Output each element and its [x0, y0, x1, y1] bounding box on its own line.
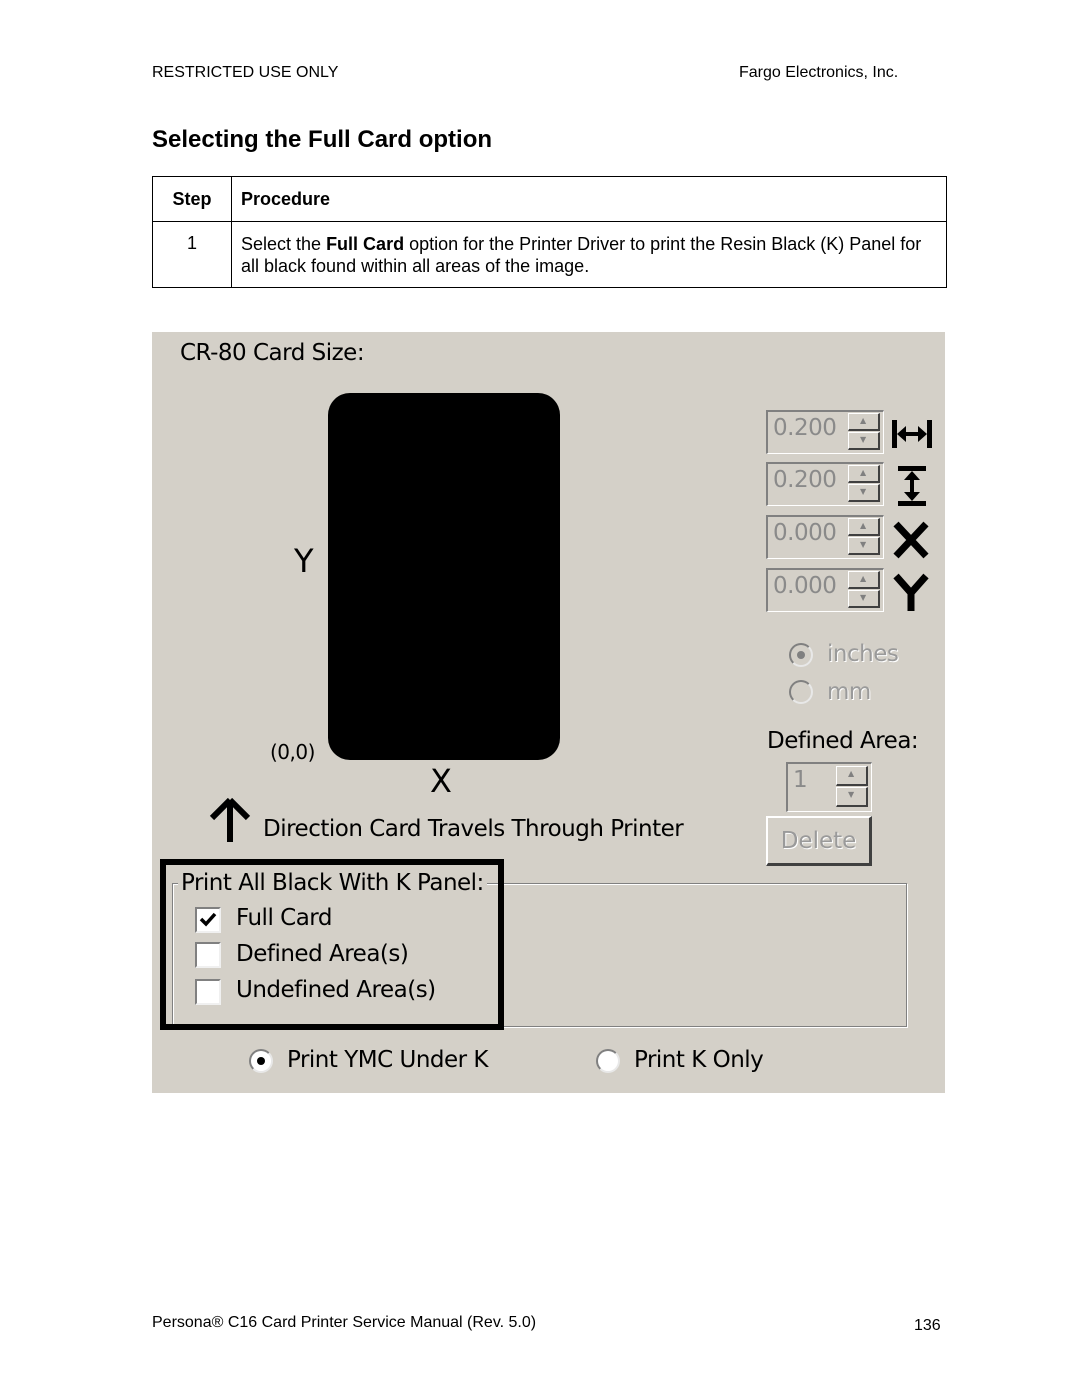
- table-header-row: Step Procedure: [152, 176, 947, 222]
- defined-area-spinner[interactable]: 1 ▲ ▼: [786, 762, 872, 812]
- column-header-procedure: Procedure: [231, 176, 947, 222]
- caret-up-icon: ▲: [848, 769, 855, 778]
- print-k-only-label: Print K Only: [634, 1047, 764, 1073]
- undefined-areas-label: Undefined Area(s): [236, 977, 436, 1003]
- x-up-button[interactable]: ▲: [848, 518, 880, 536]
- x-letter-icon: [892, 520, 932, 560]
- caret-down-icon: ▼: [860, 487, 867, 496]
- direction-label: Direction Card Travels Through Printer: [263, 816, 684, 842]
- inches-label: inches: [827, 641, 899, 667]
- header-restricted-label: RESTRICTED USE ONLY: [152, 64, 339, 81]
- undefined-areas-checkbox[interactable]: [195, 979, 221, 1005]
- x-position-spinner[interactable]: 0.000 ▲ ▼: [766, 515, 886, 561]
- x-down-button[interactable]: ▼: [848, 537, 880, 555]
- print-ymc-under-k-radio[interactable]: [249, 1049, 273, 1073]
- radio-selected-dot: [257, 1057, 265, 1065]
- caret-up-icon: ▲: [860, 574, 867, 583]
- defined-area-up-button[interactable]: ▲: [836, 766, 868, 786]
- y-position-spinner[interactable]: 0.000 ▲ ▼: [766, 568, 886, 614]
- caret-up-icon: ▲: [860, 468, 867, 477]
- mm-label: mm: [827, 679, 871, 705]
- caret-down-icon: ▼: [860, 540, 867, 549]
- defined-area-value: 1: [793, 767, 808, 793]
- caret-down-icon: ▼: [860, 435, 867, 444]
- header-company-label: Fargo Electronics, Inc.: [739, 64, 899, 81]
- table-row: 1 Select the Full Card option for the Pr…: [152, 221, 947, 288]
- defined-areas-checkbox[interactable]: [195, 942, 221, 968]
- height-value: 0.200: [773, 467, 837, 493]
- y-position-value: 0.000: [773, 573, 837, 599]
- origin-label: (0,0): [270, 740, 315, 764]
- caret-up-icon: ▲: [860, 416, 867, 425]
- height-spinner[interactable]: 0.200 ▲ ▼: [766, 462, 886, 508]
- column-header-step: Step: [152, 176, 232, 222]
- procedure-text: Select the Full Card option for the Prin…: [231, 221, 947, 288]
- y-axis-label: Y: [294, 542, 314, 580]
- checkmark-icon: [199, 912, 217, 927]
- x-position-value: 0.000: [773, 520, 837, 546]
- width-value: 0.200: [773, 415, 837, 441]
- y-down-button[interactable]: ▼: [848, 590, 880, 608]
- k-panel-group-label: Print All Black With K Panel:: [178, 870, 487, 896]
- y-up-button[interactable]: ▲: [848, 571, 880, 589]
- print-ymc-under-k-label: Print YMC Under K: [287, 1047, 489, 1073]
- section-title: Selecting the Full Card option: [152, 126, 493, 153]
- defined-area-down-button[interactable]: ▼: [836, 787, 868, 807]
- height-down-button[interactable]: ▼: [848, 484, 880, 502]
- caret-down-icon: ▼: [860, 593, 867, 602]
- footer-page-number: 136: [914, 1317, 941, 1334]
- width-down-button[interactable]: ▼: [848, 432, 880, 450]
- caret-up-icon: ▲: [860, 521, 867, 530]
- k-panel-settings-dialog: CR-80 Card Size: Y X (0,0) Direction Car…: [152, 332, 945, 1093]
- procedure-text-bold: Full Card: [326, 234, 405, 254]
- radio-selected-dot: [797, 651, 805, 659]
- width-spinner[interactable]: 0.200 ▲ ▼: [766, 410, 886, 456]
- height-up-button[interactable]: ▲: [848, 465, 880, 483]
- full-card-checkbox[interactable]: [195, 907, 221, 933]
- print-k-only-radio[interactable]: [596, 1049, 620, 1073]
- defined-areas-label: Defined Area(s): [236, 941, 409, 967]
- arrow-up-icon: [208, 797, 252, 844]
- step-number: 1: [152, 221, 232, 288]
- card-preview[interactable]: [328, 393, 560, 760]
- procedure-table: Step Procedure 1 Select the Full Card op…: [152, 176, 947, 288]
- mm-radio[interactable]: [789, 680, 813, 704]
- full-card-label: Full Card: [236, 905, 332, 931]
- footer-manual-title: Persona® C16 Card Printer Service Manual…: [152, 1314, 537, 1331]
- defined-area-label: Defined Area:: [767, 728, 919, 754]
- x-axis-label: X: [430, 762, 452, 800]
- delete-button[interactable]: Delete: [766, 816, 872, 866]
- caret-down-icon: ▼: [848, 790, 855, 799]
- procedure-text-part: Select the: [241, 234, 327, 254]
- height-arrows-icon: [892, 466, 932, 506]
- width-arrows-icon: [892, 414, 932, 454]
- y-letter-icon: [892, 573, 932, 613]
- card-size-label: CR-80 Card Size:: [180, 340, 365, 366]
- width-up-button[interactable]: ▲: [848, 413, 880, 431]
- inches-radio[interactable]: [789, 643, 813, 667]
